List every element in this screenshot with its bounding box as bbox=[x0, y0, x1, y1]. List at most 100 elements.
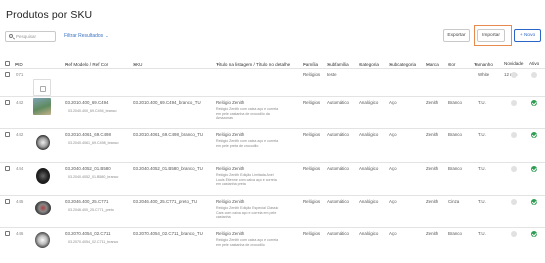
title-cell: Relógio Zenith bbox=[216, 199, 245, 204]
row-checkbox[interactable] bbox=[5, 72, 10, 77]
col-novelty[interactable]: Novidade bbox=[504, 61, 523, 66]
category-cell: Analógico bbox=[359, 132, 379, 137]
size-cell: T.U. bbox=[478, 231, 486, 236]
family-cell: Relógios bbox=[303, 100, 321, 105]
family-cell: Relógios bbox=[303, 199, 321, 204]
active-check-icon[interactable] bbox=[531, 199, 537, 205]
novelty-toggle[interactable] bbox=[511, 100, 517, 106]
watch-thumbnail bbox=[36, 168, 50, 184]
sku-cell: 03.2010.400_69.C494_branco_TU bbox=[133, 100, 201, 105]
color-cell: Cinza bbox=[448, 199, 460, 204]
brand-cell: Zenith bbox=[426, 100, 439, 105]
col-size[interactable]: Tamanho ⌄ bbox=[474, 61, 493, 67]
export-button[interactable]: Exportar bbox=[443, 29, 470, 42]
description-cell: Relógio Zenith com caixa aço e correia e… bbox=[216, 107, 279, 121]
ref-cell: 03.2040.4052_01.B580 bbox=[65, 166, 111, 171]
color-cell: Branco bbox=[448, 132, 462, 137]
category-cell: Analógico bbox=[359, 100, 379, 105]
active-check-icon[interactable] bbox=[531, 231, 537, 237]
color-cell: White bbox=[478, 72, 490, 77]
brand-cell: Zenith bbox=[426, 132, 439, 137]
col-ref[interactable]: Ref Modelo / Ref Cor ⌄ bbox=[65, 61, 108, 67]
subcategory-cell: Aço bbox=[389, 132, 397, 137]
filter-results-link[interactable]: Filtrar Resultados ⌄ bbox=[64, 33, 109, 39]
brand-cell: Zenith bbox=[426, 199, 439, 204]
novelty-toggle[interactable] bbox=[511, 72, 517, 78]
color-cell: Branco bbox=[448, 166, 462, 171]
description-cell: Relógio Zenith com caixa aço e correia e… bbox=[216, 139, 279, 148]
subfamily-cell: Automático bbox=[327, 132, 349, 137]
novelty-toggle[interactable] bbox=[511, 166, 517, 172]
active-toggle[interactable] bbox=[531, 72, 537, 78]
product-thumbnail bbox=[33, 98, 51, 115]
sku-cell: 03.2046.400_25.C771_preto_TU bbox=[133, 199, 198, 204]
active-check-icon[interactable] bbox=[531, 132, 537, 138]
subfamily-cell: Automático bbox=[327, 199, 349, 204]
table-row[interactable]: 071 Relógios teste White 12 mm bbox=[0, 70, 545, 96]
table-row[interactable]: 442 03.2010.4061_69.C498 03.2040.4061_69… bbox=[0, 130, 545, 162]
size-cell: T.U. bbox=[478, 132, 486, 137]
ref-sub-cell: 03.2040.4061_69.C498_branco bbox=[68, 141, 119, 145]
title-cell: Relógio Zenith bbox=[216, 132, 245, 137]
novelty-toggle[interactable] bbox=[511, 199, 517, 205]
subcategory-cell: Aço bbox=[389, 166, 397, 171]
brand-cell: Zenith bbox=[426, 231, 439, 236]
subcategory-cell: Aço bbox=[389, 100, 397, 105]
row-checkbox[interactable] bbox=[5, 166, 10, 171]
col-subfamily[interactable]: Subfamília ⌄ bbox=[327, 61, 349, 67]
col-category[interactable]: Categoria ⌄ bbox=[359, 61, 379, 67]
brand-cell: Zenith bbox=[426, 166, 439, 171]
col-sku[interactable]: SKU ⌄ bbox=[133, 61, 142, 67]
row-checkbox[interactable] bbox=[5, 231, 10, 236]
divider bbox=[0, 68, 545, 69]
col-title[interactable]: Título na listagem / Título no detalhe ⌄ bbox=[216, 61, 290, 67]
family-cell: Relógios bbox=[303, 231, 321, 236]
search-input[interactable]: Pesquisar bbox=[5, 31, 56, 42]
pid-cell: 442 bbox=[16, 100, 24, 105]
col-brand[interactable]: Marca ⌄ bbox=[426, 61, 439, 67]
import-button[interactable]: Importar bbox=[477, 29, 505, 42]
watch-thumbnail bbox=[35, 232, 50, 248]
table-row[interactable]: 444 03.2040.4052_01.B580 03.2040.4052_01… bbox=[0, 164, 545, 195]
pid-cell: 442 bbox=[16, 132, 24, 137]
ref-cell: 03.2070.4054_02.C711 bbox=[65, 231, 111, 236]
description-cell: Relógio Zenith com caixa aço e correia e… bbox=[216, 238, 279, 247]
divider bbox=[0, 195, 545, 196]
active-check-icon[interactable] bbox=[531, 166, 537, 172]
col-pid[interactable]: PID ⌄ bbox=[15, 61, 23, 67]
col-subcategory[interactable]: Subcategoria ⌄ bbox=[389, 61, 416, 67]
row-checkbox[interactable] bbox=[5, 132, 10, 137]
table-row[interactable]: 445 03.2046.400_25.C771 03.2046.400_25.C… bbox=[0, 197, 545, 227]
ref-sub-cell: 03.2070.4054_02.C711_branco bbox=[68, 240, 119, 244]
size-cell: T.U. bbox=[478, 166, 486, 171]
table-row[interactable]: 446 03.2070.4054_02.C711 03.2070.4054_02… bbox=[0, 229, 545, 261]
col-color[interactable]: Cor ⌄ bbox=[448, 61, 455, 67]
col-family[interactable]: Família ⌄ bbox=[303, 61, 318, 67]
subfamily-cell: teste bbox=[327, 72, 337, 77]
ref-cell: 03.2010.400_69.C494 bbox=[65, 100, 109, 105]
divider bbox=[0, 227, 545, 228]
new-button[interactable]: + Novo bbox=[514, 29, 541, 42]
ref-cell: 03.2010.4061_69.C498 bbox=[65, 132, 111, 137]
row-checkbox[interactable] bbox=[5, 199, 10, 204]
description-cell: Relógio Zenith Edição Limitada Axel Loui… bbox=[216, 173, 277, 187]
novelty-toggle[interactable] bbox=[511, 132, 517, 138]
table-row[interactable]: 442 03.2010.400_69.C494 03.2040.400_69.C… bbox=[0, 98, 545, 128]
pid-cell: 446 bbox=[16, 231, 24, 236]
title-cell: Relógio Zenith bbox=[216, 100, 245, 105]
novelty-toggle[interactable] bbox=[511, 231, 517, 237]
active-check-icon[interactable] bbox=[531, 100, 537, 106]
subfamily-cell: Automático bbox=[327, 231, 349, 236]
ref-sub-cell: 03.2046.400_25.C771_preto bbox=[68, 208, 114, 212]
family-cell: Relógios bbox=[303, 72, 321, 77]
description-cell: Relógio Zenith Edição Especial Classic C… bbox=[216, 206, 279, 220]
title-cell: Relógio Zenith bbox=[216, 166, 245, 171]
row-checkbox[interactable] bbox=[5, 100, 10, 105]
select-all-checkbox[interactable] bbox=[5, 61, 10, 66]
title-cell: Relógio Zenith bbox=[216, 231, 245, 236]
divider bbox=[0, 96, 545, 97]
sku-cell: 03.2010.4061_69.C498_branco_TU bbox=[133, 132, 204, 137]
watch-thumbnail bbox=[35, 201, 51, 215]
col-active[interactable]: Ativo bbox=[529, 61, 539, 66]
family-cell: Relógios bbox=[303, 132, 321, 137]
